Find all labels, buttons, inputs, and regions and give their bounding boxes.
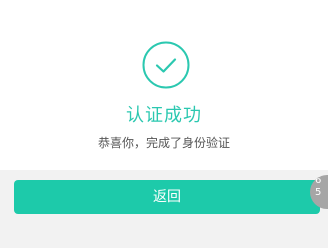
success-title: 认证成功 <box>126 105 202 126</box>
success-message: 恭喜你，完成了身份验证 <box>97 136 230 150</box>
result-card: 认证成功 恭喜你，完成了身份验证 <box>0 0 328 170</box>
badge-line-1: 6 <box>315 175 322 186</box>
back-button[interactable]: 返回 <box>14 180 320 214</box>
check-circle-icon <box>142 41 190 89</box>
badge-line-2: 5 <box>315 187 322 198</box>
